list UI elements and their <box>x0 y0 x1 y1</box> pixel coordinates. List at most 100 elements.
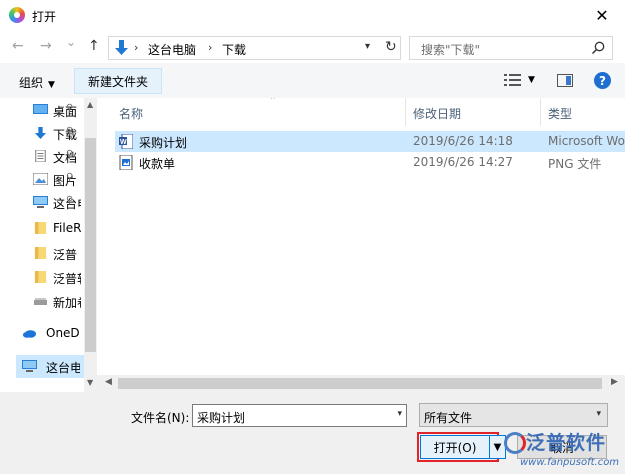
filetype-value: 所有文件 <box>424 411 473 425</box>
file-row-shoukuandan[interactable]: 收款单 2019/6/26 14:27 PNG 文件 <box>115 152 625 173</box>
folder-icon <box>34 247 47 259</box>
scroll-up-icon[interactable]: ▲ <box>87 100 93 109</box>
preview-pane-icon[interactable] <box>557 74 573 87</box>
sidebar-item-fanpu[interactable]: 泛普 <box>0 242 84 265</box>
computer-icon <box>33 196 48 208</box>
download-arrow-icon <box>34 127 47 139</box>
sidebar-item-this-pc[interactable]: 这台电脑 <box>16 355 84 378</box>
file-date: 2019/6/26 14:27 <box>413 155 513 169</box>
folder-icon <box>34 222 47 234</box>
command-bar: 组织 ▼ 新建文件夹 ▼ ? <box>0 63 625 98</box>
caret-down-icon: ▼ <box>48 80 55 90</box>
sidebar-item-fanpu-software[interactable]: 泛普软件 <box>0 266 84 289</box>
search-box[interactable]: 搜索"下载" <box>409 36 613 60</box>
sidebar-item-label: OneDrive <box>46 326 80 340</box>
chevron-down-icon[interactable]: ▾ <box>365 41 370 52</box>
column-header-date[interactable]: 修改日期 <box>405 98 537 126</box>
svg-text:W: W <box>120 139 127 146</box>
computer-icon <box>22 360 37 372</box>
pin-icon: ⚲ <box>66 103 74 114</box>
up-arrow-icon[interactable]: ↑ <box>88 38 100 54</box>
filename-field[interactable]: 采购计划 ▾ <box>192 404 407 427</box>
navigation-bar: ← → ⌄ ↑ › 这台电脑 › 下载 ▾ ↻ 搜索"下载" <box>0 31 625 63</box>
file-list-hscrollbar[interactable]: ◀ ▶ <box>97 375 625 392</box>
brand-watermark: 泛普软件 www.fanpusoft.com <box>500 428 625 474</box>
desktop-icon <box>33 104 48 114</box>
breadcrumb-this-pc[interactable]: 这台电脑 <box>148 41 196 58</box>
download-folder-icon <box>115 40 128 55</box>
sidebar-item-label: FileRecv <box>53 221 81 235</box>
sidebar-item-onedrive[interactable]: OneDrive <box>0 322 84 345</box>
pin-icon: ⚲ <box>66 195 74 206</box>
back-arrow-icon[interactable]: ← <box>12 38 24 54</box>
word-doc-icon: W <box>119 134 133 149</box>
recent-locations-icon[interactable]: ⌄ <box>66 35 76 49</box>
sidebar-item-label: 新加卷 <box>53 296 81 310</box>
file-name: 收款单 <box>139 157 176 171</box>
folder-icon <box>34 271 47 283</box>
view-caret-icon[interactable]: ▼ <box>528 75 535 85</box>
file-list: 名称 ⌃ 修改日期 类型 W 采购计划 2019/6/26 14:18 Micr… <box>97 98 625 392</box>
scrollbar-thumb[interactable] <box>118 378 602 389</box>
chevron-down-icon: ▾ <box>596 409 601 419</box>
sidebar-scrollbar[interactable]: ▲ ▼ <box>84 98 97 392</box>
search-icon <box>591 41 605 55</box>
scroll-left-icon[interactable]: ◀ <box>105 377 112 387</box>
refresh-icon[interactable]: ↻ <box>385 39 397 55</box>
onedrive-icon <box>22 330 37 338</box>
brand-logo-icon <box>504 432 526 454</box>
open-button[interactable]: 打开(O) <box>420 435 490 459</box>
sidebar-item-pictures[interactable]: 图片 ⚲ <box>0 168 84 191</box>
sidebar-item-label: 这台电脑 <box>46 361 80 375</box>
column-header-name[interactable]: 名称 ⌃ <box>111 98 401 126</box>
watermark-url: www.fanpusoft.com <box>520 457 620 468</box>
forward-arrow-icon[interactable]: → <box>40 38 52 54</box>
window-title: 打开 <box>32 10 57 24</box>
sidebar-item-filerecv[interactable]: FileRecv <box>0 217 84 240</box>
file-type: PNG 文件 <box>548 157 602 171</box>
pin-icon: ⚲ <box>66 126 74 137</box>
scrollbar-thumb[interactable] <box>85 138 96 352</box>
file-type: Microsoft Word <box>548 134 625 148</box>
address-bar[interactable]: › 这台电脑 › 下载 ▾ ↻ <box>108 36 401 60</box>
sidebar-item-label: 泛普软件 <box>53 272 81 286</box>
sidebar-item-documents[interactable]: 文档 ⚲ <box>0 145 84 168</box>
breadcrumb-separator: › <box>134 41 139 54</box>
sort-ascending-icon: ⌃ <box>269 98 277 106</box>
filetype-select[interactable]: 所有文件 ▾ <box>419 403 608 427</box>
watermark-brand: 泛普软件 <box>526 432 607 454</box>
help-icon[interactable]: ? <box>594 72 611 89</box>
file-date: 2019/6/26 14:18 <box>413 134 513 148</box>
column-header-label: 名称 <box>119 107 144 121</box>
sidebar-item-label: 泛普 <box>53 248 78 262</box>
close-button[interactable]: ✕ <box>579 0 625 31</box>
sidebar-item-new-volume[interactable]: 新加卷 <box>0 290 84 313</box>
chevron-down-icon[interactable]: ▾ <box>397 409 402 419</box>
document-icon <box>35 150 46 162</box>
scroll-down-icon[interactable]: ▼ <box>87 378 93 387</box>
pictures-icon <box>33 173 48 185</box>
png-image-icon <box>119 155 133 170</box>
pin-icon: ⚲ <box>66 172 74 183</box>
filename-label: 文件名(N): <box>131 411 190 425</box>
scroll-right-icon[interactable]: ▶ <box>611 377 618 387</box>
view-options-icon[interactable] <box>504 73 522 87</box>
search-input[interactable]: 搜索"下载" <box>421 41 480 58</box>
breadcrumb-separator: › <box>208 41 213 54</box>
pin-icon: ⚲ <box>66 149 74 160</box>
new-folder-button[interactable]: 新建文件夹 <box>74 68 162 94</box>
sidebar-item-downloads[interactable]: 下载 ⚲ <box>0 122 84 145</box>
organize-label: 组织 <box>19 76 44 90</box>
file-name: 采购计划 <box>139 136 188 150</box>
drive-icon <box>34 298 47 305</box>
navigation-pane: 桌面 ⚲ 下载 ⚲ 文档 ⚲ 图片 ⚲ 这台电脑 ⚲ FileRecv 泛普 泛… <box>0 98 97 392</box>
organize-button[interactable]: 组织 ▼ <box>19 74 55 91</box>
app-logo-icon <box>9 7 25 23</box>
title-bar: 打开 ✕ <box>0 0 625 31</box>
filename-value[interactable]: 采购计划 <box>197 409 245 426</box>
breadcrumb-downloads[interactable]: 下载 <box>222 41 246 58</box>
sidebar-item-desktop[interactable]: 桌面 ⚲ <box>0 99 84 122</box>
sidebar-item-this-pc-quick[interactable]: 这台电脑 ⚲ <box>0 191 84 214</box>
file-row-caigoujihua[interactable]: W 采购计划 2019/6/26 14:18 Microsoft Word <box>115 131 625 152</box>
column-header-type[interactable]: 类型 <box>540 98 625 126</box>
